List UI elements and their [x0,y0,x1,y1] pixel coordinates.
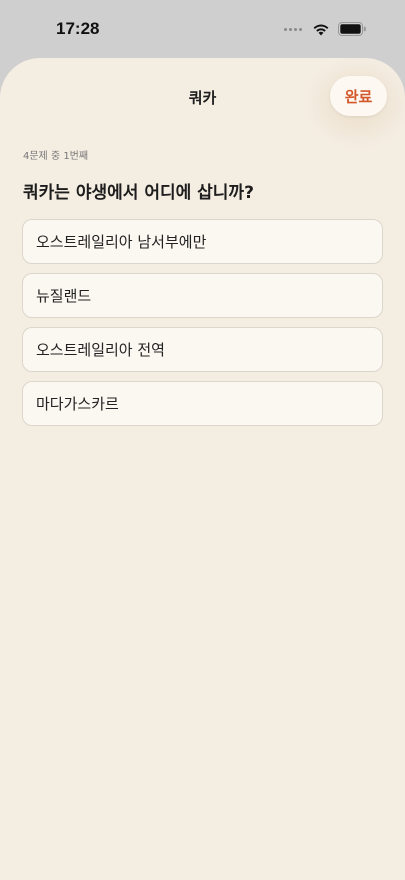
quiz-sheet: 쿼카 완료 4문제 중 1번째 쿼카는 야생에서 어디에 삽니까? 오스트레일리… [0,58,405,880]
status-bar: 17:28 [0,0,405,58]
status-icons [284,22,367,36]
done-button[interactable]: 완료 [330,76,387,116]
quiz-progress: 4문제 중 1번째 [23,151,89,162]
status-time: 17:28 [56,19,100,38]
answer-option[interactable]: 뉴질랜드 [22,273,383,318]
quiz-question: 쿼카는 야생에서 어디에 삽니까? [23,183,254,203]
cellular-signal-icon [284,27,302,31]
answer-option[interactable]: 오스트레일리아 전역 [22,327,383,372]
answer-options: 오스트레일리아 남서부에만 뉴질랜드 오스트레일리아 전역 마다가스카르 [22,219,383,435]
wifi-icon [313,24,329,35]
answer-option[interactable]: 오스트레일리아 남서부에만 [22,219,383,264]
battery-icon [338,22,366,36]
answer-option[interactable]: 마다가스카르 [22,381,383,426]
